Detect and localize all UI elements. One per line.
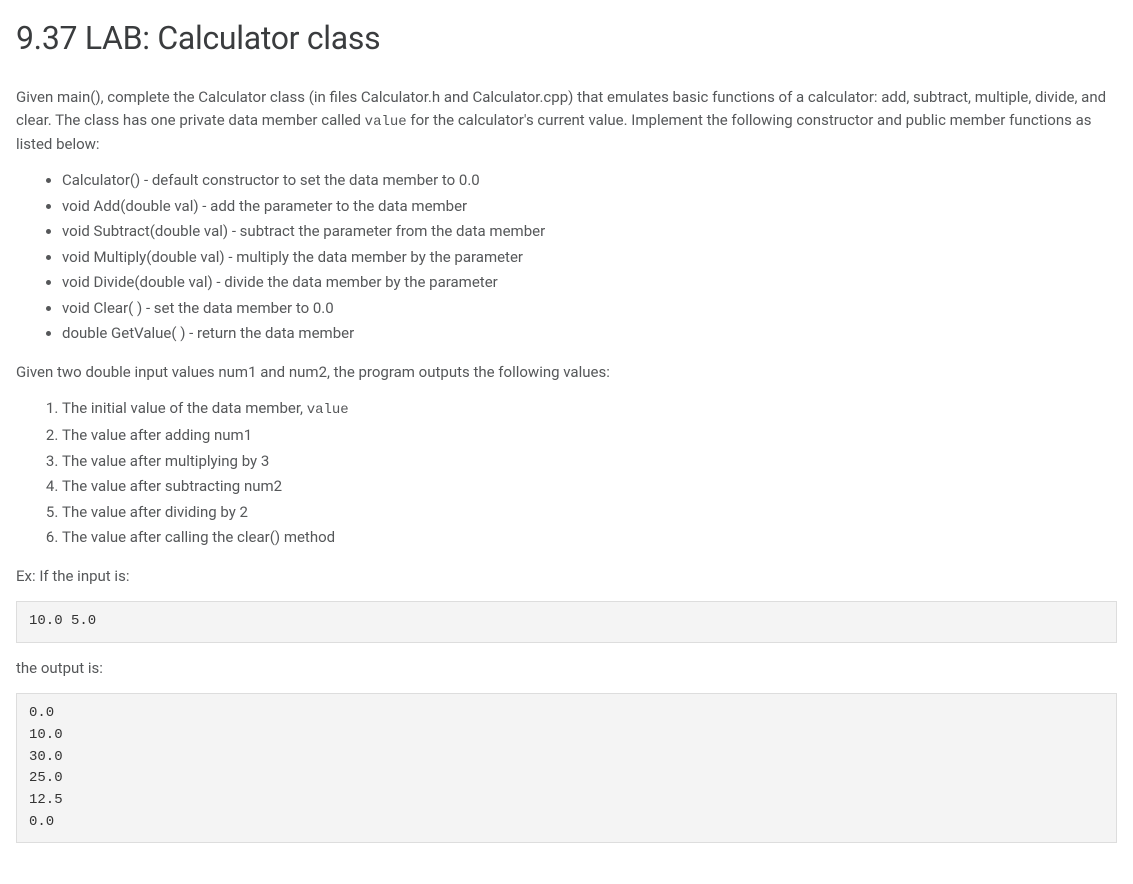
inline-code-value: value <box>365 114 407 130</box>
example-output-label: the output is: <box>16 657 1117 680</box>
list-item: void Subtract(double val) - subtract the… <box>62 220 1117 243</box>
list-item: The value after dividing by 2 <box>62 501 1117 524</box>
list-item: void Multiply(double val) - multiply the… <box>62 246 1117 269</box>
list-item: void Clear( ) - set the data member to 0… <box>62 297 1117 320</box>
steps-list: The initial value of the data member, va… <box>16 397 1117 549</box>
list-item: The value after adding num1 <box>62 424 1117 447</box>
step-text: The initial value of the data member, <box>62 399 307 417</box>
outputs-lead: Given two double input values num1 and n… <box>16 361 1117 384</box>
example-input-block: 10.0 5.0 <box>16 601 1117 643</box>
list-item: The value after calling the clear() meth… <box>62 526 1117 549</box>
inline-code-value: value <box>307 402 349 418</box>
page-title: 9.37 LAB: Calculator class <box>16 14 1117 62</box>
intro-paragraph: Given main(), complete the Calculator cl… <box>16 86 1117 155</box>
example-input-label: Ex: If the input is: <box>16 565 1117 588</box>
function-list: Calculator() - default constructor to se… <box>16 169 1117 345</box>
list-item: The value after subtracting num2 <box>62 475 1117 498</box>
list-item: double GetValue( ) - return the data mem… <box>62 322 1117 345</box>
list-item: The initial value of the data member, va… <box>62 397 1117 421</box>
list-item: The value after multiplying by 3 <box>62 450 1117 473</box>
list-item: void Add(double val) - add the parameter… <box>62 195 1117 218</box>
example-output-block: 0.0 10.0 30.0 25.0 12.5 0.0 <box>16 693 1117 843</box>
list-item: void Divide(double val) - divide the dat… <box>62 271 1117 294</box>
list-item: Calculator() - default constructor to se… <box>62 169 1117 192</box>
